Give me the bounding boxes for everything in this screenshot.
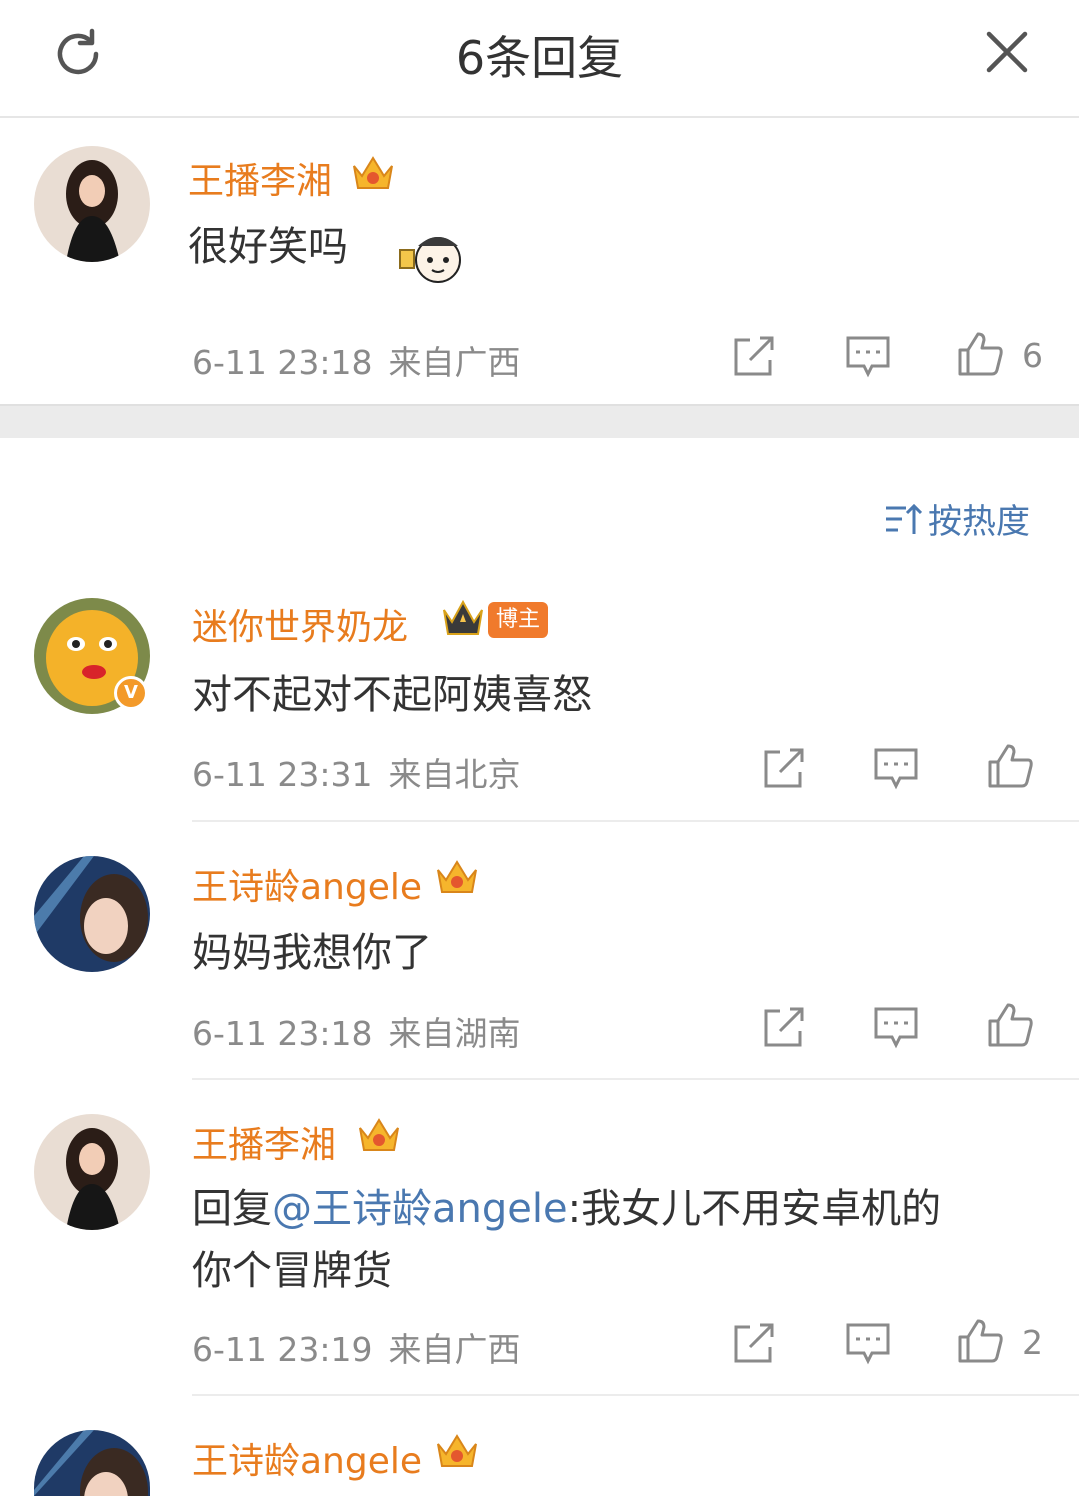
- section-divider: [0, 404, 1079, 438]
- location: 来自广西: [388, 1330, 521, 1369]
- header: 6条回复: [0, 0, 1079, 118]
- avatar[interactable]: [34, 1430, 150, 1496]
- share-icon[interactable]: [730, 332, 778, 380]
- location: 来自北京: [388, 755, 521, 794]
- like-count: 6: [1022, 336, 1043, 375]
- comment-text: 对不起对不起阿姨喜怒: [192, 672, 592, 718]
- user-name[interactable]: 王播李湘: [192, 1116, 336, 1168]
- crown-icon: [353, 156, 393, 189]
- crown-icon: [443, 599, 483, 635]
- user-name[interactable]: 迷你世界奶龙: [192, 598, 408, 650]
- sticker-icon: [399, 237, 461, 283]
- comment-text: 妈妈我想你了: [192, 930, 432, 976]
- sort-label: 按热度: [928, 502, 1030, 542]
- comment-meta: 6-11 23:18 来自湖南: [192, 1007, 521, 1055]
- crown-icon: [437, 860, 477, 893]
- avatar[interactable]: [34, 146, 150, 262]
- comment-icon[interactable]: [872, 1003, 920, 1051]
- blogger-badge: 博主: [488, 602, 548, 638]
- verified-badge: V: [114, 676, 148, 710]
- share-icon[interactable]: [730, 1319, 778, 1367]
- timestamp: 6-11 23:18: [192, 1014, 373, 1053]
- like-icon[interactable]: [986, 742, 1034, 790]
- like-count: 2: [1022, 1323, 1043, 1362]
- like-icon[interactable]: [956, 330, 1004, 378]
- comment-meta: 6-11 23:19 来自广西: [192, 1323, 521, 1371]
- comment-meta: 6-11 23:31 来自北京: [192, 748, 521, 796]
- sort-icon: [886, 503, 922, 534]
- share-icon[interactable]: [760, 744, 808, 792]
- user-name[interactable]: 王播李湘: [188, 152, 332, 204]
- comment-icon[interactable]: [844, 1319, 892, 1367]
- like-icon[interactable]: [956, 1317, 1004, 1365]
- divider: [192, 1078, 1079, 1080]
- divider: [192, 820, 1079, 822]
- avatar[interactable]: [34, 856, 150, 972]
- location: 来自湖南: [388, 1014, 521, 1053]
- sort-button[interactable]: 按热度: [884, 494, 1030, 543]
- comment-text-line2: 你个冒牌货: [192, 1248, 392, 1294]
- close-icon[interactable]: [982, 27, 1032, 77]
- page-title: 6条回复: [455, 31, 624, 85]
- crown-icon: [359, 1118, 399, 1151]
- mention-link[interactable]: @王诗龄angele: [272, 1186, 568, 1232]
- avatar[interactable]: [34, 1114, 150, 1230]
- comment-meta: 6-11 23:18 来自广西: [192, 336, 521, 384]
- comment-text: 很好笑吗: [188, 224, 348, 270]
- share-icon[interactable]: [760, 1003, 808, 1051]
- timestamp: 6-11 23:18: [192, 343, 373, 382]
- comment-icon[interactable]: [844, 332, 892, 380]
- user-name[interactable]: 王诗龄angele: [192, 858, 422, 910]
- comment-text: 回复@王诗龄angele:我女儿不用安卓机的: [192, 1176, 941, 1234]
- user-name[interactable]: 王诗龄angele: [192, 1432, 422, 1484]
- timestamp: 6-11 23:19: [192, 1330, 373, 1369]
- like-icon[interactable]: [986, 1001, 1034, 1049]
- crown-icon: [437, 1434, 477, 1467]
- timestamp: 6-11 23:31: [192, 755, 373, 794]
- reply-text: :我女儿不用安卓机的: [567, 1186, 942, 1232]
- reply-prefix: 回复: [192, 1186, 272, 1232]
- divider: [192, 1394, 1079, 1396]
- location: 来自广西: [388, 343, 521, 382]
- comment-icon[interactable]: [872, 744, 920, 792]
